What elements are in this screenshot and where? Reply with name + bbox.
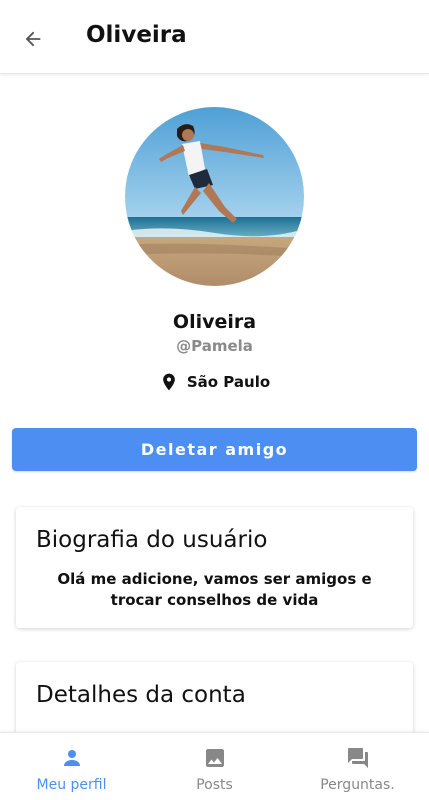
avatar	[125, 107, 304, 286]
bio-text: Olá me adicione, vamos ser amigos e troc…	[57, 570, 372, 609]
bottom-navigation: Meu perfil Posts Perguntas.	[0, 732, 429, 800]
forum-icon	[345, 745, 371, 771]
nav-label-questions: Perguntas.	[320, 777, 395, 793]
back-button[interactable]	[18, 24, 48, 54]
location-label: São Paulo	[186, 373, 271, 391]
nav-label-posts: Posts	[196, 777, 233, 793]
profile-name: Oliveira	[172, 311, 257, 333]
bio-card-title: Biografia do usuário	[36, 527, 268, 553]
nav-item-questions[interactable]: Perguntas.	[286, 733, 429, 800]
app-bar: Oliveira	[0, 0, 429, 74]
bio-card: Biografia do usuário Olá me adicione, va…	[16, 507, 413, 628]
delete-friend-button[interactable]: Deletar amigo	[12, 428, 417, 471]
nav-item-posts[interactable]: Posts	[143, 733, 286, 800]
page-title: Oliveira	[86, 22, 187, 48]
person-icon	[59, 745, 85, 771]
image-icon	[202, 745, 228, 771]
profile-screen: Oliveira Oliveira @Pamela São Paulo Dele…	[0, 0, 429, 800]
location: São Paulo	[0, 370, 429, 394]
arrow-back-icon	[25, 31, 41, 47]
profile-handle: @Pamela	[176, 337, 253, 355]
location-pin-icon	[163, 373, 175, 391]
nav-label-profile: Meu perfil	[36, 777, 107, 793]
details-card-title: Detalhes da conta	[36, 682, 246, 708]
nav-item-profile[interactable]: Meu perfil	[0, 733, 143, 800]
